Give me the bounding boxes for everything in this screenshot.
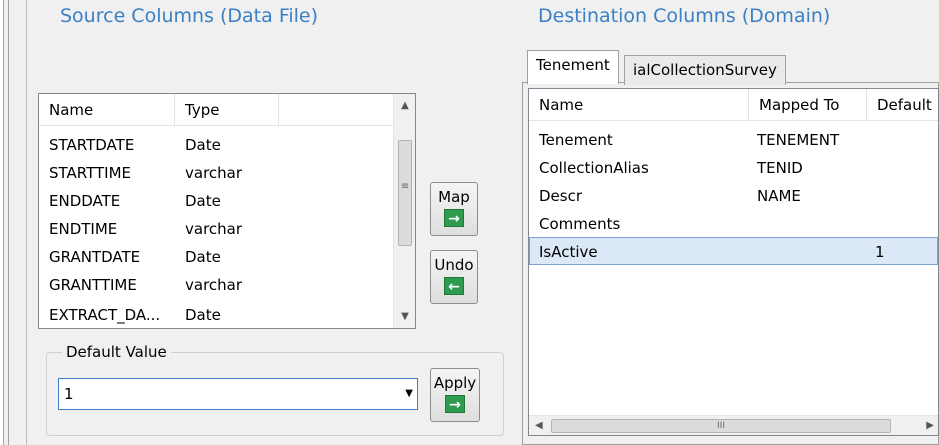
source-column-type: Date [185, 306, 221, 324]
source-columns-title: Source Columns (Data File) [60, 5, 319, 27]
list-item[interactable]: EXTRACT_DA... Date [39, 301, 415, 328]
column-header-default[interactable]: Default [867, 89, 938, 121]
source-column-name: STARTTIME [49, 164, 132, 182]
list-item[interactable]: ENDTIME varchar [39, 215, 415, 243]
table-row[interactable]: Tenement TENEMENT [529, 126, 938, 154]
window-edge-line [26, 0, 27, 445]
source-column-type: varchar [185, 164, 243, 182]
default-value-combobox[interactable]: 1 ▼ [58, 378, 418, 410]
map-button-label: Map [438, 188, 470, 206]
column-header-name[interactable]: Name [529, 89, 749, 121]
arrow-left-icon: ← [444, 277, 464, 295]
source-column-name: EXTRACT_DA... [49, 306, 161, 324]
table-row[interactable]: Comments [529, 210, 938, 238]
destination-column-name: Tenement [539, 131, 613, 149]
list-item[interactable]: GRANTTIME varchar [39, 271, 415, 299]
source-column-type: varchar [185, 276, 243, 294]
destination-mapped-to: TENEMENT [757, 131, 840, 149]
column-header-name[interactable]: Name [39, 94, 175, 126]
destination-mapped-to: NAME [757, 187, 801, 205]
tab-collection-survey[interactable]: ialCollectionSurvey [624, 55, 786, 85]
destination-column-name: CollectionAlias [539, 159, 649, 177]
table-row-selected[interactable]: IsActive 1 [529, 237, 938, 265]
destination-mapped-to: TENID [757, 159, 803, 177]
source-column-name: GRANTTIME [49, 276, 137, 294]
column-header-type[interactable]: Type [175, 94, 279, 126]
table-row[interactable]: Descr NAME [529, 182, 938, 210]
table-row[interactable]: CollectionAlias TENID [529, 154, 938, 182]
destination-columns-title: Destination Columns (Domain) [538, 5, 831, 27]
scrollbar-thumb[interactable]: ≡ [398, 140, 412, 246]
arrow-right-icon: → [444, 209, 464, 227]
apply-button-label: Apply [433, 374, 477, 392]
window-edge [0, 0, 4, 445]
horizontal-scrollbar[interactable]: ◀ III ▶ [529, 415, 938, 435]
list-item[interactable]: STARTDATE Date [39, 131, 415, 159]
map-button[interactable]: Map → [430, 182, 478, 236]
destination-column-name: Comments [539, 215, 621, 233]
undo-button-label: Undo [434, 256, 474, 274]
source-columns-list[interactable]: Name Type STARTDATE Date STARTTIME varch… [38, 93, 416, 329]
scroll-up-icon[interactable]: ▲ [394, 100, 415, 111]
grip-icon: ≡ [400, 181, 410, 192]
window-edge-line [8, 0, 9, 445]
chevron-down-icon[interactable]: ▼ [405, 379, 413, 409]
source-column-name: ENDTIME [49, 220, 118, 238]
grip-icon: III [717, 421, 725, 431]
undo-button[interactable]: Undo ← [430, 250, 478, 304]
vertical-scrollbar[interactable]: ▲ ≡ ▼ [393, 94, 415, 328]
default-value-label: Default Value [62, 343, 171, 361]
source-column-type: Date [185, 136, 221, 154]
source-column-type: Date [185, 248, 221, 266]
list-item[interactable]: GRANTDATE Date [39, 243, 415, 271]
destination-default: 1 [875, 243, 885, 261]
tab-tenement[interactable]: Tenement [527, 50, 619, 84]
source-column-name: ENDDATE [49, 192, 121, 210]
scroll-left-icon[interactable]: ◀ [535, 416, 543, 435]
scrollbar-thumb[interactable]: III [551, 419, 891, 433]
list-item[interactable]: ENDDATE Date [39, 187, 415, 215]
scroll-down-icon[interactable]: ▼ [394, 311, 415, 322]
source-column-name: GRANTDATE [49, 248, 141, 266]
source-column-type: varchar [185, 220, 243, 238]
column-header-mapped-to[interactable]: Mapped To [749, 89, 867, 121]
arrow-right-icon: → [445, 395, 465, 413]
list-item[interactable]: STARTTIME varchar [39, 159, 415, 187]
destination-list-header: Name Mapped To Default [529, 89, 938, 121]
destination-column-name: Descr [539, 187, 583, 205]
destination-columns-list[interactable]: Name Mapped To Default Tenement TENEMENT… [528, 88, 939, 436]
source-column-name: STARTDATE [49, 136, 135, 154]
default-value-text: 1 [64, 385, 74, 403]
source-list-header: Name Type [39, 94, 395, 126]
scroll-right-icon[interactable]: ▶ [926, 416, 934, 435]
source-column-type: Date [185, 192, 221, 210]
apply-button[interactable]: Apply → [430, 368, 480, 422]
destination-column-name: IsActive [539, 243, 598, 261]
